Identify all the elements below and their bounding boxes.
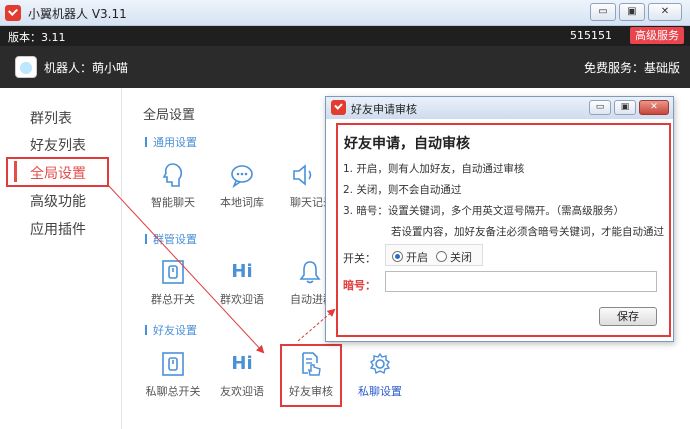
tile-smart-chat[interactable]: 智能聊天 <box>141 162 205 210</box>
local-dictionary-icon <box>210 162 274 189</box>
rule-line: 3. 暗号：设置关键词，多个用英文逗号隔开。（需高级服务） <box>343 205 625 217</box>
switch-label: 开关： <box>343 252 376 265</box>
tile-chat-record[interactable]: 聊天记录 <box>279 162 325 210</box>
robot-avatar[interactable] <box>15 56 37 78</box>
tile-private-chat-switch[interactable]: 私聊总开关 <box>141 351 205 399</box>
maximize-button[interactable]: ▣ <box>619 3 645 21</box>
robot-name: 机器人：萌小喵 <box>44 61 129 75</box>
robot-bar: 机器人：萌小喵 免费服务：基础版 <box>0 46 690 88</box>
close-button[interactable]: ✕ <box>648 3 682 21</box>
dialog-titlebar: 好友申请审核 ▭ ▣ ✕ <box>326 97 673 119</box>
tile-label: 友欢迎语 <box>220 385 264 398</box>
tile-auto-join-group[interactable]: 自动进群 <box>279 259 325 307</box>
sidebar-item-friend-list[interactable]: 好友列表 <box>30 135 86 155</box>
section-heading-group: 群管设置 <box>145 231 197 247</box>
highlight-box-friend-review <box>280 344 342 407</box>
radio-on-label: 开启 <box>406 251 428 264</box>
dialog-heading: 好友申请，自动审核 <box>344 136 470 152</box>
code-label: 暗号： <box>343 279 376 292</box>
friend-welcome-icon: Hi <box>231 353 253 374</box>
private-chat-switch-icon <box>141 351 205 377</box>
dialog-minimize-button[interactable]: ▭ <box>589 100 611 115</box>
section-heading-friend: 好友设置 <box>145 322 197 338</box>
rule-line: 若设置内容，加好友备注必须含暗号关键词，才能自动通过 <box>391 226 664 238</box>
code-input[interactable] <box>385 271 657 292</box>
dialog-body: 好友申请，自动审核 1. 开启，则有人加好友，自动通过审核 2. 关闭，则不会自… <box>336 123 671 337</box>
window-titlebar: 小翼机器人 V3.11 ▭ ▣ ✕ <box>0 0 690 26</box>
dialog-logo-icon <box>331 100 346 115</box>
tile-local-dictionary[interactable]: 本地词库 <box>210 162 274 210</box>
tile-group-welcome[interactable]: Hi 群欢迎语 <box>210 259 274 307</box>
tile-label: 智能聊天 <box>151 196 195 209</box>
window-title: 小翼机器人 V3.11 <box>28 7 127 21</box>
dialog-title: 好友申请审核 <box>351 103 417 116</box>
radio-checked-icon <box>392 251 403 262</box>
service-level[interactable]: 免费服务：基础版 <box>584 59 680 76</box>
gear-icon <box>348 351 412 377</box>
radio-off[interactable]: 关闭 <box>436 249 472 265</box>
tile-label: 群欢迎语 <box>220 293 264 306</box>
dialog-maximize-button[interactable]: ▣ <box>614 100 636 115</box>
rule-line: 1. 开启，则有人加好友，自动通过审核 <box>343 163 525 175</box>
sidebar-item-advanced[interactable]: 高级功能 <box>30 191 86 211</box>
dialog-controls: ▭ ▣ ✕ <box>589 100 669 115</box>
dialog-close-button[interactable]: ✕ <box>639 100 669 115</box>
user-id: 515151 <box>570 29 612 42</box>
tile-private-chat-settings[interactable]: 私聊设置 <box>348 351 412 399</box>
tile-label: 聊天记录 <box>290 196 325 209</box>
section-heading-general: 通用设置 <box>145 134 197 150</box>
rule-line: 2. 关闭，则不会自动通过 <box>343 184 462 196</box>
save-button[interactable]: 保存 <box>599 307 657 326</box>
group-master-switch-icon <box>141 259 205 285</box>
radio-on[interactable]: 开启 <box>392 249 428 265</box>
smart-chat-icon <box>141 162 205 188</box>
app-logo-icon <box>5 5 21 21</box>
tile-group-master-switch[interactable]: 群总开关 <box>141 259 205 307</box>
group-welcome-icon: Hi <box>231 261 253 282</box>
sidebar-item-plugins[interactable]: 应用插件 <box>30 219 86 239</box>
version-bar: 版本：3.11 515151 高级服务 <box>0 26 690 46</box>
friend-review-dialog: 好友申请审核 ▭ ▣ ✕ 好友申请，自动审核 1. 开启，则有人加好友，自动通过… <box>325 96 674 342</box>
chat-record-icon <box>291 162 325 188</box>
page-title: 全局设置 <box>143 108 196 123</box>
premium-service-button[interactable]: 高级服务 <box>630 27 684 44</box>
version-text: 版本：3.11 <box>8 31 66 44</box>
sidebar-item-group-list[interactable]: 群列表 <box>30 108 72 128</box>
tile-label: 群总开关 <box>151 293 195 306</box>
minimize-button[interactable]: ▭ <box>590 3 616 21</box>
tile-friend-welcome[interactable]: Hi 友欢迎语 <box>210 351 274 399</box>
tile-label: 私聊设置 <box>358 385 402 398</box>
sidebar: 群列表 好友列表 全局设置 高级功能 应用插件 <box>0 88 122 429</box>
highlight-box-global-settings <box>6 157 109 187</box>
tile-label: 本地词库 <box>220 196 264 209</box>
radio-off-label: 关闭 <box>450 251 472 264</box>
radio-unchecked-icon <box>436 251 447 262</box>
tile-label: 私聊总开关 <box>145 385 201 398</box>
auto-join-group-icon <box>299 259 325 285</box>
window-controls: ▭ ▣ ✕ <box>590 3 682 21</box>
switch-radio-group: 开启 关闭 <box>385 244 483 266</box>
tile-label: 自动进群 <box>290 293 325 306</box>
